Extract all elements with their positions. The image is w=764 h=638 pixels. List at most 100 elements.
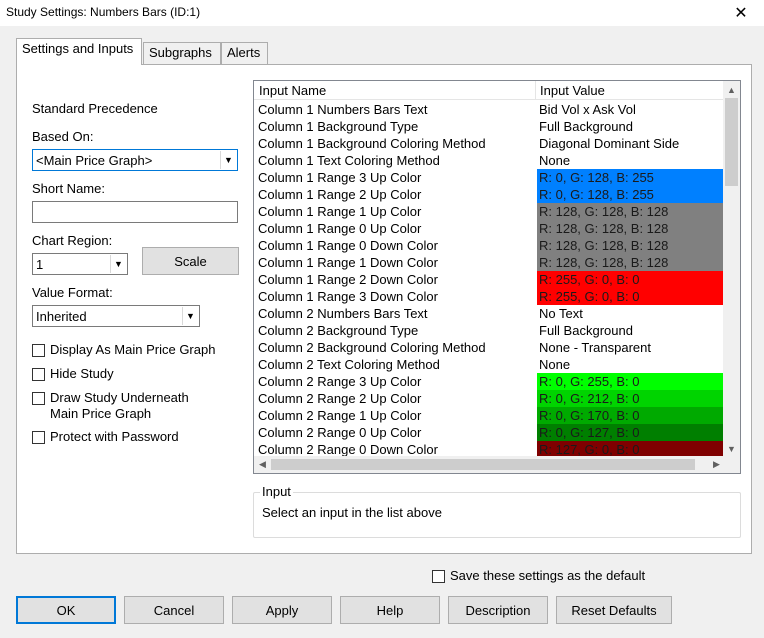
scale-button[interactable]: Scale (142, 247, 239, 275)
table-row[interactable]: Column 2 Text Coloring Method None (254, 356, 724, 373)
input-value-cell[interactable]: R: 0, G: 212, B: 0 (537, 390, 724, 407)
save-default-label: Save these settings as the default (450, 568, 646, 583)
input-name-cell: Column 1 Background Type (258, 119, 419, 134)
table-row[interactable]: Column 2 Background Type Full Background (254, 322, 724, 339)
checkbox-box (32, 431, 45, 444)
table-row[interactable]: Column 1 Background Coloring Method Diago… (254, 135, 724, 152)
scroll-thumb[interactable] (725, 98, 738, 186)
scroll-left-icon[interactable]: ◀ (254, 456, 271, 473)
input-value-cell[interactable]: R: 255, G: 0, B: 0 (537, 288, 724, 305)
draw-underneath-label: Draw Study Underneath Main Price Graph (50, 390, 189, 422)
input-value-cell[interactable]: None (537, 356, 724, 373)
protect-password-label: Protect with Password (50, 429, 179, 444)
table-row[interactable]: Column 1 Range 0 Down Color R: 128, G: 12… (254, 237, 724, 254)
checkbox-box (432, 570, 445, 583)
input-value-cell[interactable]: Full Background (537, 322, 724, 339)
input-value-cell[interactable]: R: 0, G: 255, B: 0 (537, 373, 724, 390)
table-row[interactable]: Column 1 Range 3 Up Color R: 0, G: 128, B… (254, 169, 724, 186)
table-row[interactable]: Column 2 Background Coloring Method None … (254, 339, 724, 356)
table-row[interactable]: Column 1 Numbers Bars Text Bid Vol x Ask … (254, 101, 724, 118)
input-value-cell[interactable]: None - Transparent (537, 339, 724, 356)
input-name-cell: Column 1 Range 3 Down Color (258, 289, 438, 304)
inputs-list[interactable]: Input Name Input Value Column 1 Numbers … (253, 80, 741, 474)
input-name-cell: Column 1 Background Coloring Method (258, 136, 486, 151)
column-header-input-name[interactable]: Input Name (259, 83, 326, 98)
chart-region-select[interactable]: 1 ▼ (32, 253, 128, 275)
draw-underneath-checkbox[interactable]: Draw Study Underneath Main Price Graph (32, 390, 189, 422)
hide-study-label: Hide Study (50, 366, 114, 381)
help-button[interactable]: Help (340, 596, 440, 624)
checkbox-box (32, 392, 45, 405)
chevron-down-icon: ▼ (220, 151, 236, 169)
table-row[interactable]: Column 1 Text Coloring Method None (254, 152, 724, 169)
input-value-cell[interactable]: R: 128, G: 128, B: 128 (537, 254, 724, 271)
vertical-scrollbar[interactable]: ▲ ▼ (723, 81, 740, 457)
ok-button[interactable]: OK (16, 596, 116, 624)
input-name-cell: Column 1 Text Coloring Method (258, 153, 440, 168)
input-value-cell[interactable]: R: 128, G: 128, B: 128 (537, 220, 724, 237)
title-bar: Study Settings: Numbers Bars (ID:1) ✕ (0, 0, 764, 26)
apply-button[interactable]: Apply (232, 596, 332, 624)
input-name-cell: Column 2 Range 2 Up Color (258, 391, 422, 406)
input-name-cell: Column 1 Numbers Bars Text (258, 102, 428, 117)
short-name-input[interactable] (32, 201, 238, 223)
table-row[interactable]: Column 1 Range 3 Down Color R: 255, G: 0,… (254, 288, 724, 305)
input-value-cell[interactable]: Full Background (537, 118, 724, 135)
save-default-checkbox[interactable]: Save these settings as the default (432, 568, 645, 584)
input-name-cell: Column 1 Range 0 Up Color (258, 221, 422, 236)
tab-subgraphs[interactable]: Subgraphs (143, 42, 221, 64)
input-value-cell[interactable]: Bid Vol x Ask Vol (537, 101, 724, 118)
table-row[interactable]: Column 2 Range 0 Up Color R: 0, G: 127, B… (254, 424, 724, 441)
scrollbar-corner (723, 456, 740, 473)
hide-study-checkbox[interactable]: Hide Study (32, 366, 114, 382)
value-format-value: Inherited (36, 309, 87, 324)
input-name-cell: Column 1 Range 1 Up Color (258, 204, 422, 219)
scroll-down-icon[interactable]: ▼ (723, 440, 740, 457)
input-value-cell[interactable]: R: 0, G: 127, B: 0 (537, 424, 724, 441)
input-value-cell[interactable]: R: 0, G: 170, B: 0 (537, 407, 724, 424)
input-name-cell: Column 2 Numbers Bars Text (258, 306, 428, 321)
list-header: Input Name Input Value (254, 81, 724, 100)
input-value-cell[interactable]: R: 128, G: 128, B: 128 (537, 237, 724, 254)
table-row[interactable]: Column 1 Range 2 Down Color R: 255, G: 0,… (254, 271, 724, 288)
input-value-cell[interactable]: R: 255, G: 0, B: 0 (537, 271, 724, 288)
draw-underneath-line-2: Main Price Graph (50, 406, 152, 421)
input-value-cell[interactable]: R: 0, G: 128, B: 255 (537, 186, 724, 203)
tab-alerts[interactable]: Alerts (221, 42, 268, 64)
input-name-cell: Column 1 Range 1 Down Color (258, 255, 438, 270)
table-row[interactable]: Column 2 Range 2 Up Color R: 0, G: 212, B… (254, 390, 724, 407)
table-row[interactable]: Column 1 Range 0 Up Color R: 128, G: 128,… (254, 220, 724, 237)
input-value-cell[interactable]: No Text (537, 305, 724, 322)
table-row[interactable]: Column 2 Range 3 Up Color R: 0, G: 255, B… (254, 373, 724, 390)
protect-password-checkbox[interactable]: Protect with Password (32, 429, 179, 445)
scroll-up-icon[interactable]: ▲ (723, 81, 740, 98)
based-on-select[interactable]: <Main Price Graph> ▼ (32, 149, 238, 171)
reset-defaults-button[interactable]: Reset Defaults (556, 596, 672, 624)
scroll-thumb[interactable] (271, 459, 695, 470)
input-value-cell[interactable]: Diagonal Dominant Side (537, 135, 724, 152)
cancel-button[interactable]: Cancel (124, 596, 224, 624)
checkbox-box (32, 368, 45, 381)
short-name-label: Short Name: (32, 181, 105, 196)
table-row[interactable]: Column 1 Background Type Full Background (254, 118, 724, 135)
table-row[interactable]: Column 1 Range 1 Up Color R: 128, G: 128,… (254, 203, 724, 220)
input-name-cell: Column 1 Range 2 Up Color (258, 187, 422, 202)
close-button[interactable]: ✕ (718, 0, 764, 26)
input-value-cell[interactable]: R: 128, G: 128, B: 128 (537, 203, 724, 220)
display-as-main-checkbox[interactable]: Display As Main Price Graph (32, 342, 215, 358)
description-button[interactable]: Description (448, 596, 548, 624)
table-row[interactable]: Column 2 Numbers Bars Text No Text (254, 305, 724, 322)
horizontal-scrollbar[interactable]: ◀ ▶ (254, 456, 725, 473)
input-value-cell[interactable]: R: 0, G: 128, B: 255 (537, 169, 724, 186)
input-name-cell: Column 2 Range 0 Up Color (258, 425, 422, 440)
table-row[interactable]: Column 1 Range 2 Up Color R: 0, G: 128, B… (254, 186, 724, 203)
input-name-cell: Column 2 Background Type (258, 323, 419, 338)
table-row[interactable]: Column 1 Range 1 Down Color R: 128, G: 12… (254, 254, 724, 271)
value-format-select[interactable]: Inherited ▼ (32, 305, 200, 327)
column-header-input-value[interactable]: Input Value (540, 83, 605, 98)
input-value-cell[interactable]: None (537, 152, 724, 169)
tab-settings-and-inputs[interactable]: Settings and Inputs (16, 38, 142, 65)
value-format-label: Value Format: (32, 285, 113, 300)
based-on-value: <Main Price Graph> (36, 153, 153, 168)
table-row[interactable]: Column 2 Range 1 Up Color R: 0, G: 170, B… (254, 407, 724, 424)
